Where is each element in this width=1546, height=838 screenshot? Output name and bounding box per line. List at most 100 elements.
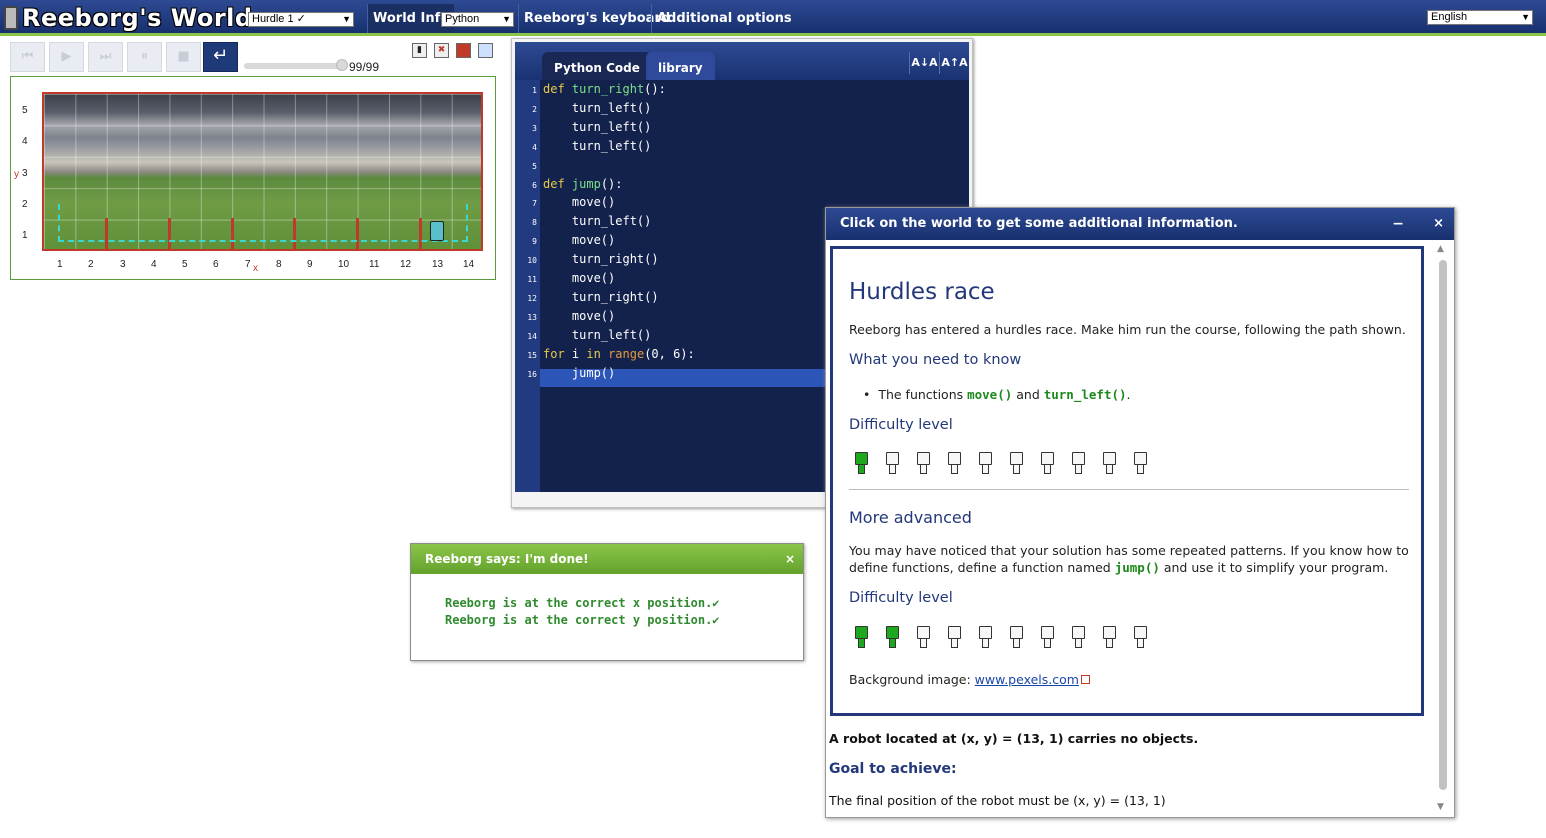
code-line[interactable]: turn_left() [543, 99, 651, 118]
pause-icon: ⏸ [141, 49, 148, 64]
app-title: Reeborg's World [22, 4, 253, 32]
code-line[interactable]: def jump(): [543, 175, 623, 194]
line-number: 10 [527, 256, 537, 266]
edit-world-icon[interactable] [478, 43, 493, 58]
line-number: 1 [532, 86, 537, 95]
reeborg-robot [430, 221, 444, 241]
chevron-down-icon: ▼ [502, 14, 511, 24]
trace-off-icon[interactable] [456, 43, 471, 58]
difficulty-robot-icon [1103, 452, 1116, 475]
world-heading: Hurdles race [849, 279, 995, 305]
code-line[interactable]: move() [543, 269, 615, 288]
code-jump: jump() [1114, 560, 1160, 575]
reload-button[interactable]: ↵ [203, 42, 238, 72]
y-tick: 1 [22, 230, 28, 241]
advanced-line-2a: define functions, define a function name… [849, 560, 1115, 575]
world-intro: Reeborg has entered a hurdles race. Make… [849, 322, 1406, 337]
close-icon[interactable]: × [785, 544, 795, 574]
speed-slider-handle[interactable] [336, 59, 348, 71]
scrollbar[interactable]: ▲ ▼ [1436, 244, 1450, 814]
close-icon[interactable]: × [1433, 208, 1444, 240]
stop-icon: ■ [177, 49, 190, 64]
run-button[interactable]: ▶ [49, 42, 84, 72]
code-line[interactable]: turn_left() [543, 326, 651, 345]
code-line[interactable]: turn_left() [543, 212, 651, 231]
done-message-y: Reeborg is at the correct y position.✔ [445, 613, 720, 627]
difficulty-robot-icon [979, 452, 992, 475]
difficulty-robot-icon [1134, 452, 1147, 475]
advanced-line-1: You may have noticed that your solution … [849, 543, 1409, 558]
ui-language-select[interactable]: English ▼ [1427, 10, 1533, 25]
decrease-font-button[interactable]: A↓A [909, 52, 939, 74]
x-tick: 3 [120, 259, 126, 270]
skip-forward-icon: ⏭ [99, 49, 112, 64]
line-number: 5 [532, 161, 537, 171]
background-credit: Background image: www.pexels.com [849, 671, 1090, 688]
code-line[interactable]: move() [543, 231, 615, 250]
code-line[interactable]: jump() [543, 364, 615, 383]
background-label: Background image: [849, 672, 975, 687]
done-dialog-title-text: Reeborg says: I'm done! [425, 552, 589, 566]
chevron-down-icon: ▼ [342, 14, 351, 24]
difficulty-robot-icon [855, 626, 868, 649]
tab-additional-options[interactable]: Additional options [651, 4, 797, 33]
x-tick: 11 [369, 259, 380, 270]
advanced-text: You may have noticed that your solution … [849, 542, 1409, 576]
difficulty-robot-icon [886, 626, 899, 649]
difficulty-robot-icon [948, 452, 961, 475]
know-suffix: . [1126, 387, 1131, 402]
minimize-icon[interactable]: − [1392, 208, 1404, 240]
scrollbar-thumb[interactable] [1439, 260, 1447, 790]
line-number: 14 [527, 331, 537, 341]
difficulty-robot-icon [1010, 626, 1023, 649]
scroll-down-icon[interactable]: ▼ [1437, 802, 1444, 812]
world-description: Hurdles race Reeborg has entered a hurdl… [830, 246, 1424, 716]
code-line[interactable]: def turn_right(): [543, 80, 666, 99]
code-line[interactable]: for i in range(0, 6): [543, 345, 695, 364]
step-button[interactable]: ⏭ [88, 42, 123, 72]
code-line[interactable]: turn_left() [543, 118, 651, 137]
pexels-link[interactable]: www.pexels.com [975, 672, 1079, 687]
language-mode-select[interactable]: Python ▼ [441, 12, 514, 27]
y-tick: 5 [22, 105, 28, 116]
line-number: 9 [532, 237, 537, 247]
scroll-up-icon[interactable]: ▲ [1437, 244, 1444, 254]
external-link-icon [1080, 675, 1090, 684]
know-prefix: The functions [878, 387, 968, 402]
know-mid: and [1012, 387, 1044, 402]
code-line[interactable]: turn_right() [543, 288, 659, 307]
code-line[interactable]: move() [543, 193, 615, 212]
y-tick: 4 [22, 136, 28, 147]
highlight-off-icon[interactable]: ✖ [434, 43, 449, 58]
difficulty-robot-icon [917, 626, 930, 649]
speed-slider[interactable] [244, 63, 344, 69]
pause-button[interactable]: ⏸ [127, 42, 162, 72]
code-turn-left: turn_left() [1043, 387, 1127, 402]
code-line[interactable]: move() [543, 307, 615, 326]
line-number: 11 [527, 275, 537, 284]
x-tick: 2 [88, 259, 94, 270]
line-number: 15 [527, 350, 537, 360]
difficulty-robot-icon [979, 626, 992, 649]
code-line[interactable]: turn_right() [543, 250, 659, 269]
world-select[interactable]: Hurdle 1 ✓ ▼ [248, 12, 354, 27]
difficulty-robot-icon [1072, 626, 1085, 649]
robot-status: A robot located at (x, y) = (13, 1) carr… [829, 731, 1199, 746]
done-dialog: Reeborg says: I'm done! × Reeborg is at … [410, 543, 804, 661]
reverse-step-button[interactable]: ⏮ [10, 42, 45, 72]
y-axis-letter: y [14, 169, 19, 180]
world-canvas[interactable] [42, 92, 483, 251]
goal-heading: Goal to achieve: [829, 761, 957, 777]
increase-font-button[interactable]: A↑A [939, 52, 969, 74]
code-line[interactable]: turn_left() [543, 137, 651, 156]
robot-model-icon[interactable]: ▮ [412, 43, 427, 58]
y-tick: 2 [22, 199, 28, 210]
difficulty-rating-2 [855, 626, 1147, 649]
line-number: 4 [532, 142, 537, 152]
stop-button[interactable]: ■ [166, 42, 201, 72]
language-mode-value: Python [445, 13, 480, 25]
step-counter: 99/99 [349, 60, 380, 74]
top-menu-bar: Reeborg's World Hurdle 1 ✓ ▼ World Info … [0, 0, 1546, 36]
know-item: • The functions move() and turn_left(). [863, 386, 1131, 403]
reeborg-logo-icon [4, 6, 18, 30]
